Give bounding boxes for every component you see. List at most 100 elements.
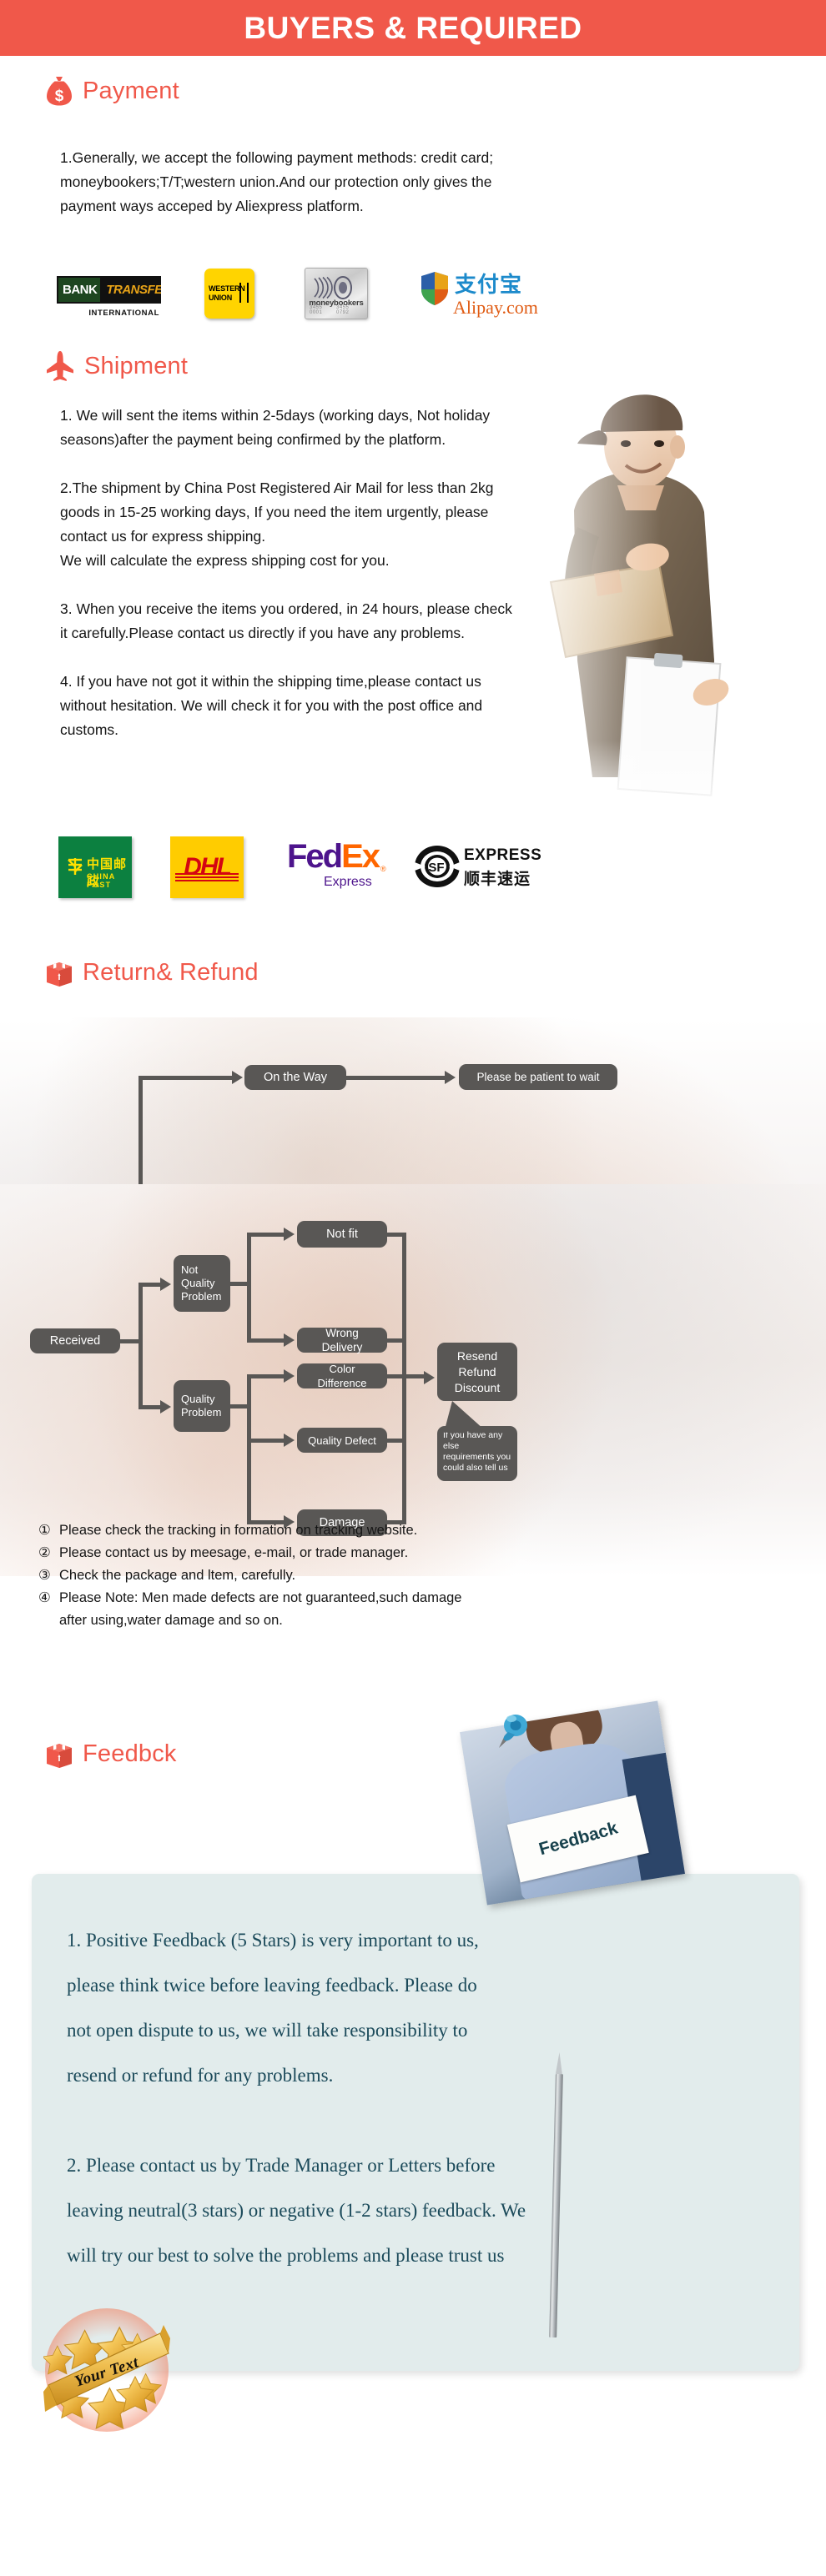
logo-china-post: 中国邮政 CHINA POST — [58, 836, 132, 898]
flow-line — [247, 1338, 284, 1343]
section-heading-shipment: Shipment — [45, 350, 188, 382]
flow-line — [247, 1374, 251, 1524]
page-root: BUYERS & REQUIRED $ Payment 1.Generally,… — [0, 0, 826, 2576]
feedback-line: will try our best to solve the problems … — [67, 2245, 505, 2266]
section-heading-return-refund: Return& Refund — [45, 957, 259, 987]
flow-callout-extra-requirements: If you have any else requirements you co… — [437, 1426, 517, 1481]
alipay-wordmark: Alipay.com — [453, 297, 538, 318]
shipment-body: 1. We will sent the items within 2-5days… — [60, 404, 728, 742]
flow-arrow — [284, 1333, 295, 1347]
fedex-fed: Fed — [287, 838, 343, 875]
flow-arrow — [284, 1228, 295, 1241]
feedback-line: leaving neutral(3 stars) or negative (1-… — [67, 2200, 526, 2221]
note-row: ① Please check the tracking in formation… — [38, 1519, 789, 1542]
bank-transfer-line1: BANK — [57, 275, 103, 304]
shipment-line: 4. If you have not got it within the shi… — [60, 673, 481, 690]
airplane-icon — [45, 350, 75, 382]
sf-badge-letters: SF — [428, 861, 444, 875]
logo-western-union: WESTERN UNION — [204, 269, 254, 319]
payment-body: 1.Generally, we accept the following pay… — [60, 146, 769, 218]
moneybag-icon: $ — [45, 75, 73, 107]
fedex-registered-mark: ® — [380, 865, 386, 873]
shipment-line: customs. — [60, 721, 119, 738]
flow-arrow — [160, 1400, 171, 1414]
flow-line — [139, 1405, 160, 1409]
alipay-chinese: 支付宝 — [455, 273, 523, 298]
flow-arrow — [445, 1071, 456, 1084]
flow-arrow — [424, 1371, 435, 1384]
flow-node-quality-problem: Quality Problem — [174, 1380, 230, 1432]
shipment-line: without hesitation. We will check it for… — [60, 697, 483, 714]
flow-line — [139, 1283, 160, 1287]
note-number: ① — [38, 1523, 51, 1538]
flow-node-please-wait: Please be patient to wait — [459, 1064, 617, 1090]
feedback-line: resend or refund for any problems. — [67, 2065, 334, 2086]
section-title-shipment: Shipment — [84, 352, 189, 379]
shipment-line: contact us for express shipping. — [60, 528, 266, 545]
note-text: Please Note: Men made defects are not gu… — [59, 1590, 462, 1605]
resend-line2: Refund — [458, 1364, 496, 1378]
flow-line — [247, 1439, 284, 1443]
sf-express-english: EXPRESS — [464, 846, 542, 864]
note-text: after using,water damage and so on. — [59, 1613, 283, 1628]
dhl-speed-lines — [175, 873, 239, 881]
bank-transfer-line3: INTERNATIONAL — [88, 309, 159, 318]
sf-badge-icon: SF — [415, 846, 460, 887]
china-post-english: CHINA POST — [87, 872, 116, 889]
bank-transfer-line2: TRANSFER — [102, 275, 161, 304]
pushpin-icon — [499, 1715, 527, 1748]
flow-node-on-the-way: On the Way — [244, 1065, 346, 1090]
section-heading-payment: $ Payment — [45, 75, 179, 107]
callout-tail-icon — [444, 1401, 484, 1433]
alipay-shield-icon — [421, 272, 448, 305]
note-text: Check the package and ltem, carefully. — [59, 1568, 296, 1583]
flow-line — [346, 1076, 445, 1080]
note-row: after using,water damage and so on. — [38, 1609, 789, 1632]
flow-node-received: Received — [30, 1328, 120, 1353]
flow-arrow — [284, 1434, 295, 1447]
shipment-line: goods in 15-25 working days, If you need… — [60, 504, 489, 520]
flow-line — [139, 1076, 232, 1080]
fedex-express-label: Express — [324, 875, 372, 889]
not-quality-problem-line2: Quality — [181, 1277, 215, 1289]
fedex-ex: Ex — [341, 838, 380, 875]
flow-node-not-quality-problem: Not Quality Problem — [174, 1255, 230, 1312]
feedback-photo: Feedback — [460, 1700, 685, 1906]
package-icon — [45, 957, 73, 987]
flow-line — [247, 1233, 251, 1343]
flowchart-lower-background-photo — [0, 1184, 826, 1576]
note-row: ② Please contact us by meesage, e-mail, … — [38, 1542, 789, 1564]
feedback-line: please think twice before leaving feedba… — [67, 1975, 477, 1996]
logo-dhl: DHL — [170, 836, 244, 898]
logo-fedex: FedEx ® Express — [287, 836, 395, 898]
note-row: ④ Please Note: Men made defects are not … — [38, 1587, 789, 1609]
section-title-payment: Payment — [83, 77, 179, 104]
flow-line — [402, 1233, 406, 1524]
flow-arrow — [284, 1369, 295, 1383]
return-refund-notes: ① Please check the tracking in formation… — [38, 1519, 789, 1632]
payment-logos: BANK TRANSFER INTERNATIONAL WESTERN UNIO… — [57, 267, 791, 320]
flow-arrow — [160, 1278, 171, 1291]
shipment-line: 2.The shipment by China Post Registered … — [60, 480, 494, 496]
flow-arrow — [232, 1071, 243, 1084]
moneybookers-arcs-icon — [314, 276, 352, 299]
note-number: ② — [38, 1545, 51, 1560]
logo-bank-transfer: BANK TRANSFER INTERNATIONAL — [57, 269, 161, 318]
note-text: Please check the tracking in formation o… — [59, 1523, 418, 1538]
note-number: ③ — [38, 1568, 51, 1583]
payment-body-line: payment ways acceped by Aliexpress platf… — [60, 198, 364, 214]
flow-node-color-difference: Color Difference — [297, 1363, 387, 1389]
resend-line3: Discount — [454, 1380, 501, 1394]
sf-express-chinese: 顺丰速运 — [464, 870, 531, 888]
shipment-line: it carefully.Please contact us directly … — [60, 625, 466, 641]
section-title-return-refund: Return& Refund — [83, 958, 259, 986]
page-title: BUYERS & REQUIRED — [244, 10, 582, 45]
logo-alipay: 支付宝 Alipay.com — [420, 268, 538, 319]
logo-moneybookers: moneybookers 3455 0001 3455 0792 — [305, 268, 368, 319]
shipment-line: We will calculate the express shipping c… — [60, 552, 390, 569]
carrier-logos: 中国邮政 CHINA POST DHL FedEx ® Express SF E… — [58, 834, 809, 901]
note-number — [38, 1609, 53, 1632]
flow-line — [387, 1374, 426, 1378]
feedback-line: not open dispute to us, we will take res… — [67, 2020, 468, 2041]
flow-node-resend-refund-discount: Resend Refund Discount — [437, 1343, 517, 1401]
